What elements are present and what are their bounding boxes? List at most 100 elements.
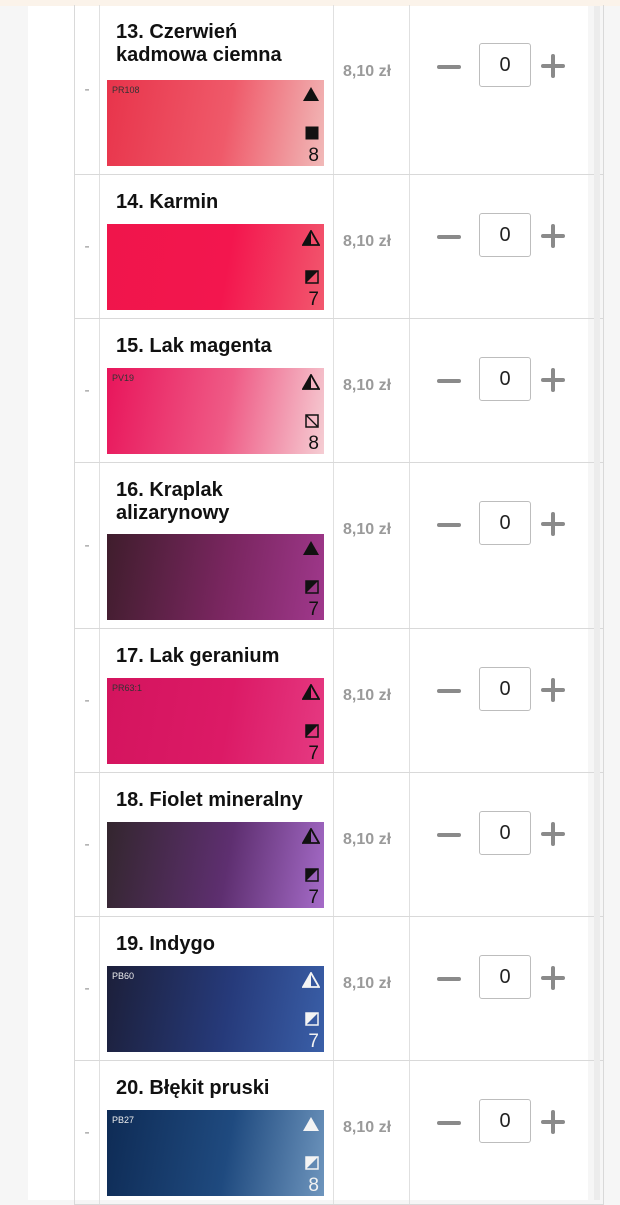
table-row: - 20. Błękit pruski PB27 8 8,10 zł (75, 1061, 603, 1205)
product-name[interactable]: 13. Czerwień kadmowa ciemna (116, 21, 328, 67)
decrease-button[interactable] (437, 65, 461, 69)
opacity-icon (305, 1156, 319, 1170)
color-swatch[interactable]: 7 (107, 822, 324, 908)
granulation-number: 7 (308, 743, 319, 764)
name-cell: 14. Karmin 7 (99, 175, 334, 318)
product-name[interactable]: 16. Kraplak alizarynowy (116, 479, 328, 525)
price-cell: 8,10 zł (333, 1061, 410, 1204)
quantity-input[interactable] (479, 955, 531, 999)
decrease-button[interactable] (437, 977, 461, 981)
granulation-number: 8 (308, 145, 319, 166)
row-marker: - (84, 691, 90, 709)
lightfastness-icon (303, 87, 319, 101)
quantity-input[interactable] (479, 357, 531, 401)
lightfastness-icon (302, 972, 320, 988)
decrease-button[interactable] (437, 689, 461, 693)
row-marker-cell: - (75, 175, 100, 318)
opacity-icon (305, 580, 319, 594)
decrease-button[interactable] (437, 379, 461, 383)
row-marker: - (84, 835, 90, 853)
quantity-input[interactable] (479, 501, 531, 545)
increase-button[interactable] (541, 224, 565, 248)
color-swatch[interactable]: PR63:1 7 (107, 678, 324, 764)
price: 8,10 zł (343, 521, 392, 538)
opacity-icon (305, 868, 319, 882)
price-cell: 8,10 zł (333, 629, 410, 772)
price: 8,10 zł (343, 377, 392, 394)
price-cell: 8,10 zł (333, 5, 410, 174)
color-swatch[interactable]: 7 (107, 534, 324, 620)
quantity-cell (409, 5, 603, 174)
color-swatch[interactable]: 7 (107, 224, 324, 310)
name-cell: 19. Indygo PB60 7 (99, 917, 334, 1060)
opacity-icon (305, 414, 319, 428)
pigment-code: PR63:1 (112, 683, 143, 693)
product-name[interactable]: 19. Indygo (116, 933, 328, 956)
quantity-input[interactable] (479, 667, 531, 711)
decrease-button[interactable] (437, 235, 461, 239)
lightfastness-icon (303, 1117, 319, 1131)
price-cell: 8,10 zł (333, 463, 410, 628)
table-row: - 15. Lak magenta PV19 8 8,10 zł (75, 319, 603, 463)
pigment-code: PB60 (112, 971, 135, 981)
increase-button[interactable] (541, 822, 565, 846)
product-name[interactable]: 17. Lak geranium (116, 645, 328, 668)
price: 8,10 zł (343, 975, 392, 992)
decrease-button[interactable] (437, 523, 461, 527)
pigment-code: PV19 (112, 373, 135, 383)
price: 8,10 zł (343, 831, 392, 848)
lightfastness-icon (302, 230, 320, 246)
pigment-code: PR108 (112, 85, 140, 95)
table-row: - 19. Indygo PB60 7 8,10 zł (75, 917, 603, 1061)
row-marker: - (84, 536, 90, 554)
decrease-button[interactable] (437, 1121, 461, 1125)
increase-button[interactable] (541, 1110, 565, 1134)
price-cell: 8,10 zł (333, 175, 410, 318)
table-row: - 18. Fiolet mineralny 7 8,10 zł (75, 773, 603, 917)
row-marker-cell: - (75, 629, 100, 772)
lightfastness-icon (302, 684, 320, 700)
product-name[interactable]: 18. Fiolet mineralny (116, 789, 328, 812)
increase-button[interactable] (541, 966, 565, 990)
row-marker: - (84, 979, 90, 997)
row-marker: - (84, 237, 90, 255)
name-cell: 15. Lak magenta PV19 8 (99, 319, 334, 462)
decrease-button[interactable] (437, 833, 461, 837)
color-swatch[interactable]: PR108 8 (107, 80, 324, 166)
quantity-input[interactable] (479, 43, 531, 87)
increase-button[interactable] (541, 368, 565, 392)
quantity-input[interactable] (479, 213, 531, 257)
granulation-number: 7 (308, 887, 319, 908)
scrollbar-track[interactable] (594, 6, 600, 1200)
price-cell: 8,10 zł (333, 773, 410, 916)
name-cell: 18. Fiolet mineralny 7 (99, 773, 334, 916)
row-marker-cell: - (75, 463, 100, 628)
table-row: - 13. Czerwień kadmowa ciemna PR108 8 8,… (75, 5, 603, 175)
price: 8,10 zł (343, 233, 392, 250)
quantity-input[interactable] (479, 1099, 531, 1143)
opacity-icon (305, 126, 319, 140)
product-name[interactable]: 20. Błękit pruski (116, 1077, 328, 1100)
color-swatch[interactable]: PB60 7 (107, 966, 324, 1052)
color-swatch[interactable]: PB27 8 (107, 1110, 324, 1196)
product-name[interactable]: 14. Karmin (116, 191, 328, 214)
color-swatch[interactable]: PV19 8 (107, 368, 324, 454)
row-marker-cell: - (75, 917, 100, 1060)
increase-button[interactable] (541, 54, 565, 78)
price: 8,10 zł (343, 1119, 392, 1136)
lightfastness-icon (302, 828, 320, 844)
increase-button[interactable] (541, 512, 565, 536)
price-cell: 8,10 zł (333, 917, 410, 1060)
granulation-number: 8 (308, 433, 319, 454)
increase-button[interactable] (541, 678, 565, 702)
row-marker-cell: - (75, 1061, 100, 1204)
name-cell: 20. Błękit pruski PB27 8 (99, 1061, 334, 1204)
granulation-number: 7 (308, 1031, 319, 1052)
quantity-cell (409, 463, 603, 628)
row-marker: - (84, 381, 90, 399)
row-marker-cell: - (75, 5, 100, 174)
table-row: - 14. Karmin 7 8,10 zł (75, 175, 603, 319)
quantity-input[interactable] (479, 811, 531, 855)
product-name[interactable]: 15. Lak magenta (116, 335, 328, 358)
granulation-number: 8 (308, 1175, 319, 1196)
